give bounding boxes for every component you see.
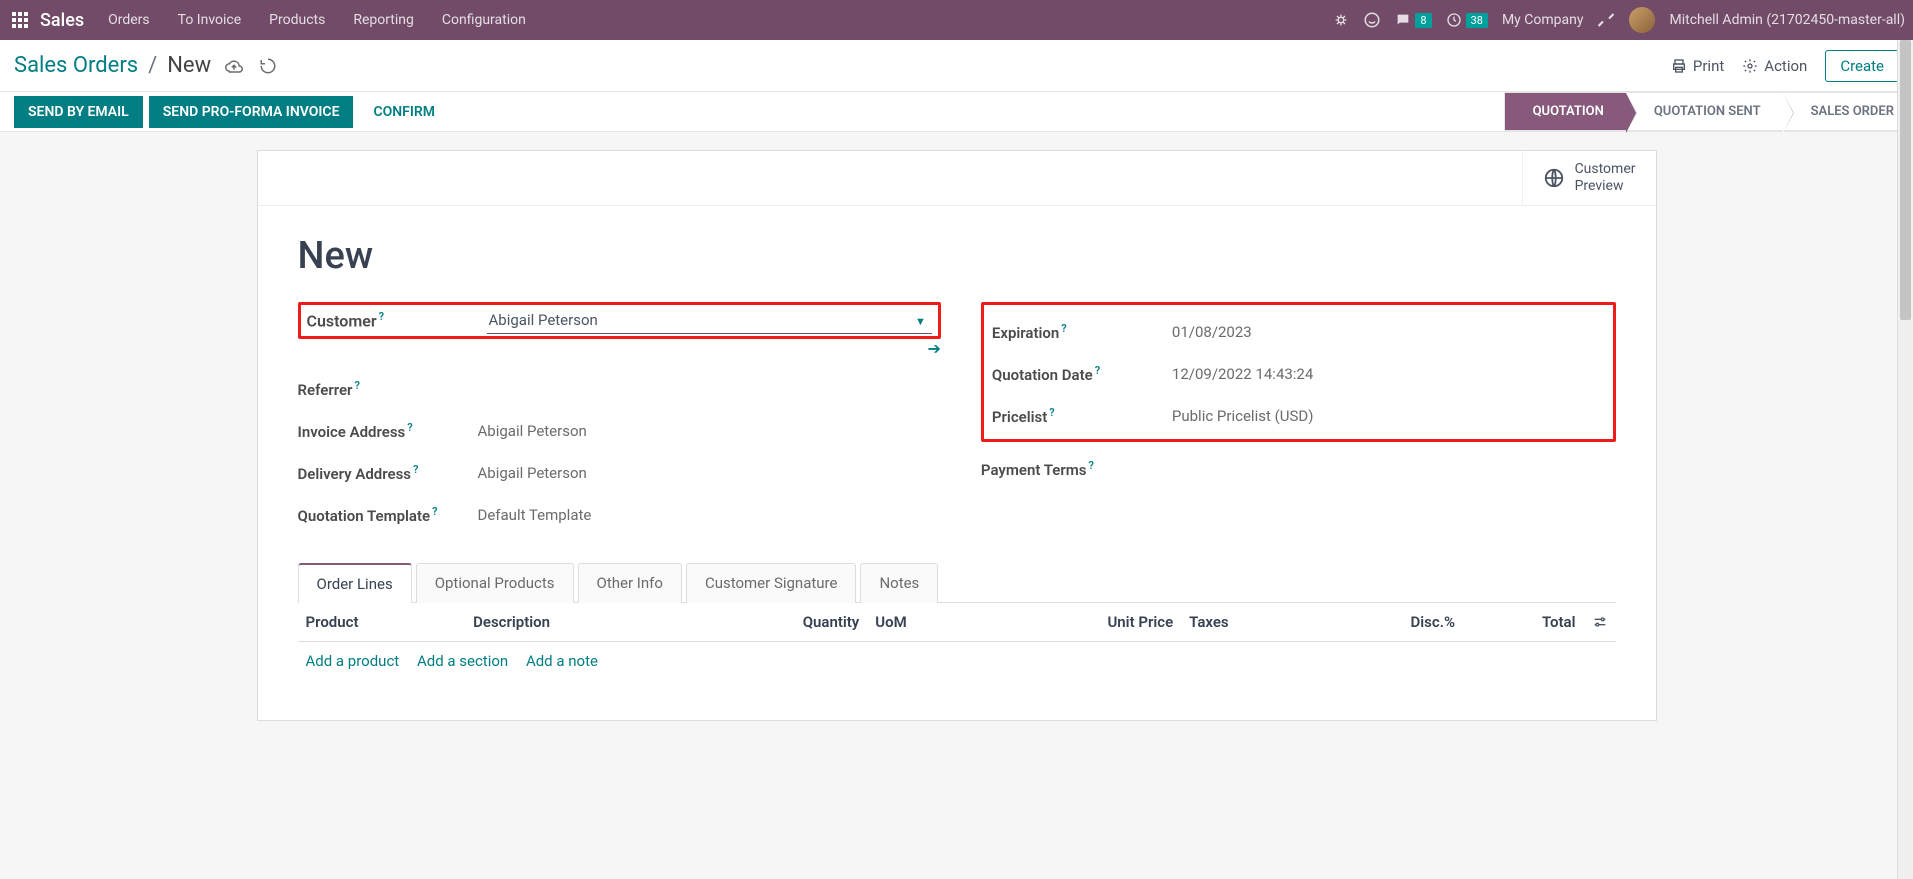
- page-title: New: [298, 234, 1616, 278]
- help-icon[interactable]: ?: [432, 505, 437, 518]
- nav-configuration[interactable]: Configuration: [442, 12, 526, 28]
- tabs: Order Lines Optional Products Other Info…: [298, 562, 1616, 603]
- label-invoice-address: Invoice Address?: [298, 421, 478, 441]
- help-icon[interactable]: ?: [379, 310, 384, 323]
- th-product[interactable]: Product: [298, 603, 466, 642]
- customer-preview-l2: Preview: [1575, 178, 1636, 195]
- form-right-col: Expiration? 01/08/2023 Quotation Date? 1…: [981, 302, 1616, 536]
- stage-sales-order[interactable]: SALES ORDER: [1783, 92, 1913, 131]
- activities-badge: 38: [1466, 13, 1488, 28]
- help-icon[interactable]: ?: [413, 463, 418, 476]
- sliders-icon: [1592, 614, 1608, 630]
- messages-icon[interactable]: 8: [1395, 12, 1431, 28]
- pricelist-value[interactable]: Public Pricelist (USD): [1172, 407, 1605, 425]
- breadcrumb-parent[interactable]: Sales Orders: [14, 53, 138, 78]
- help-icon[interactable]: ?: [1061, 322, 1066, 335]
- th-total[interactable]: Total: [1463, 603, 1583, 642]
- breadcrumb: Sales Orders / New: [14, 53, 211, 78]
- th-description[interactable]: Description: [465, 603, 691, 642]
- company-switcher[interactable]: My Company: [1502, 12, 1584, 28]
- nav-items: Orders To Invoice Products Reporting Con…: [108, 12, 526, 28]
- confirm-button[interactable]: CONFIRM: [359, 96, 449, 128]
- th-uom[interactable]: UoM: [867, 603, 982, 642]
- breadcrumb-current: New: [167, 53, 211, 78]
- th-disc[interactable]: Disc.%: [1316, 603, 1463, 642]
- nav-reporting[interactable]: Reporting: [353, 12, 414, 28]
- label-quotation-date: Quotation Date?: [992, 364, 1172, 384]
- th-taxes[interactable]: Taxes: [1181, 603, 1316, 642]
- help-icon[interactable]: ?: [354, 379, 359, 392]
- help-icon[interactable]: ?: [1049, 406, 1054, 419]
- label-customer: Customer?: [307, 310, 487, 330]
- button-box: Customer Preview: [258, 151, 1656, 206]
- tab-order-lines[interactable]: Order Lines: [298, 563, 412, 603]
- customer-preview-button[interactable]: Customer Preview: [1522, 151, 1656, 205]
- th-unit-price[interactable]: Unit Price: [983, 603, 1182, 642]
- order-lines-table: Product Description Quantity UoM Unit Pr…: [298, 603, 1616, 680]
- help-icon[interactable]: ?: [407, 421, 412, 434]
- stage-quotation[interactable]: QUOTATION: [1504, 92, 1626, 131]
- status-bar: SEND BY EMAIL SEND PRO-FORMA INVOICE CON…: [0, 92, 1913, 132]
- external-link-icon[interactable]: ➔: [928, 339, 941, 358]
- debug-icon[interactable]: [1333, 12, 1349, 28]
- form-left-col: Customer? ▼ ➔ Referrer?: [298, 302, 941, 536]
- support-icon[interactable]: [1363, 11, 1381, 29]
- avatar[interactable]: [1629, 7, 1655, 33]
- tab-optional-products[interactable]: Optional Products: [416, 563, 574, 603]
- th-settings[interactable]: [1584, 603, 1616, 642]
- scrollbar[interactable]: [1897, 40, 1913, 879]
- customer-preview-l1: Customer: [1575, 161, 1636, 178]
- add-note-link[interactable]: Add a note: [526, 652, 598, 670]
- quotation-date-value[interactable]: 12/09/2022 14:43:24: [1172, 365, 1605, 383]
- label-quotation-template: Quotation Template?: [298, 505, 478, 525]
- tab-notes[interactable]: Notes: [860, 563, 938, 603]
- form-sheet: Customer Preview New Customer? ▼: [257, 150, 1657, 721]
- help-icon[interactable]: ?: [1088, 459, 1093, 472]
- delivery-address-value[interactable]: Abigail Peterson: [478, 464, 941, 482]
- control-bar: Sales Orders / New Print Action Create: [0, 40, 1913, 92]
- app-brand[interactable]: Sales: [40, 10, 84, 31]
- print-label: Print: [1693, 57, 1724, 75]
- status-stages: QUOTATION QUOTATION SENT SALES ORDER: [1504, 92, 1913, 131]
- customer-input-wrap: ▼: [487, 307, 932, 334]
- send-proforma-button[interactable]: SEND PRO-FORMA INVOICE: [149, 96, 354, 128]
- discard-icon[interactable]: [259, 57, 277, 75]
- breadcrumb-sep: /: [148, 53, 157, 78]
- save-icon[interactable]: [225, 57, 243, 75]
- nav-products[interactable]: Products: [269, 12, 325, 28]
- top-nav: Sales Orders To Invoice Products Reporti…: [0, 0, 1913, 40]
- expiration-value[interactable]: 01/08/2023: [1172, 323, 1605, 341]
- globe-icon: [1543, 167, 1565, 189]
- help-icon[interactable]: ?: [1095, 364, 1100, 377]
- tools-icon[interactable]: [1597, 11, 1615, 29]
- create-button[interactable]: Create: [1825, 50, 1899, 82]
- label-delivery-address: Delivery Address?: [298, 463, 478, 483]
- invoice-address-value[interactable]: Abigail Peterson: [478, 422, 941, 440]
- stage-quotation-sent[interactable]: QUOTATION SENT: [1626, 92, 1783, 131]
- quotation-template-value[interactable]: Default Template: [478, 506, 941, 524]
- user-menu[interactable]: Mitchell Admin (21702450-master-all): [1669, 12, 1905, 28]
- add-section-link[interactable]: Add a section: [417, 652, 508, 670]
- action-button[interactable]: Action: [1742, 57, 1807, 75]
- table-row: Add a product Add a section Add a note: [298, 641, 1616, 680]
- th-quantity[interactable]: Quantity: [691, 603, 867, 642]
- activities-icon[interactable]: 38: [1446, 12, 1488, 28]
- apps-icon[interactable]: [8, 8, 32, 32]
- tab-customer-signature[interactable]: Customer Signature: [686, 563, 857, 603]
- nav-orders[interactable]: Orders: [108, 12, 150, 28]
- label-expiration: Expiration?: [992, 322, 1172, 342]
- label-payment-terms: Payment Terms?: [981, 459, 1161, 479]
- label-pricelist: Pricelist?: [992, 406, 1172, 426]
- action-label: Action: [1764, 57, 1807, 75]
- send-email-button[interactable]: SEND BY EMAIL: [14, 96, 143, 128]
- print-button[interactable]: Print: [1671, 57, 1724, 75]
- messages-badge: 8: [1415, 13, 1431, 28]
- label-referrer: Referrer?: [298, 379, 478, 399]
- tab-other-info[interactable]: Other Info: [578, 563, 682, 603]
- nav-right: 8 38 My Company Mitchell Admin (21702450…: [1333, 7, 1905, 33]
- customer-input[interactable]: [487, 307, 932, 334]
- nav-to-invoice[interactable]: To Invoice: [178, 12, 242, 28]
- add-product-link[interactable]: Add a product: [306, 652, 400, 670]
